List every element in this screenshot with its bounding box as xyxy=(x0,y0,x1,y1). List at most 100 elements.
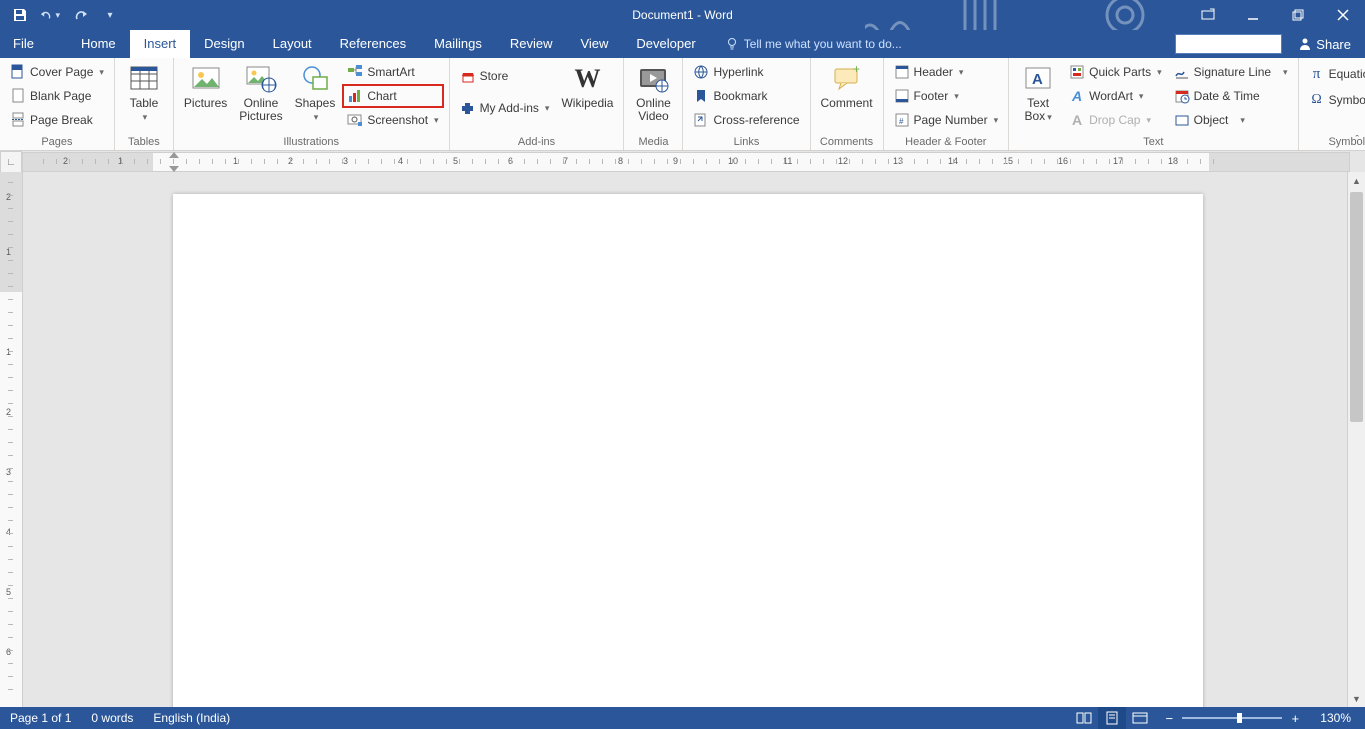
comment-button[interactable]: + Comment xyxy=(817,61,877,112)
status-page[interactable]: Page 1 of 1 xyxy=(0,707,81,729)
signature-line-button[interactable]: Signature Line▾ xyxy=(1170,61,1292,83)
tab-references[interactable]: References xyxy=(326,30,420,58)
scroll-down-button[interactable]: ▼ xyxy=(1348,690,1365,707)
pictures-icon xyxy=(190,63,222,95)
web-layout-button[interactable] xyxy=(1126,707,1154,729)
horizontal-ruler[interactable]: 21123456789101112131415161718 xyxy=(22,152,1350,172)
scroll-up-button[interactable]: ▲ xyxy=(1348,172,1365,189)
vertical-scrollbar[interactable]: ▲ ▼ xyxy=(1347,172,1365,707)
cross-reference-icon xyxy=(693,112,709,128)
vertical-ruler[interactable]: 21123456 xyxy=(0,172,23,707)
page-break-button[interactable]: Page Break xyxy=(6,109,108,131)
tab-design[interactable]: Design xyxy=(190,30,258,58)
page-break-icon xyxy=(10,112,26,128)
maximize-button[interactable] xyxy=(1275,0,1320,30)
table-icon xyxy=(128,63,160,95)
zoom-level[interactable]: 130% xyxy=(1310,711,1365,725)
redo-button[interactable] xyxy=(70,5,90,25)
table-button[interactable]: Table▾ xyxy=(121,61,167,126)
tab-home[interactable]: Home xyxy=(67,30,130,58)
equation-button[interactable]: π Equation▾ xyxy=(1305,63,1365,85)
date-time-button[interactable]: Date & Time xyxy=(1170,85,1292,107)
document-page[interactable] xyxy=(173,194,1203,707)
ruler-corner-tab-selector[interactable]: ∟ xyxy=(0,151,22,173)
cover-page-button[interactable]: Cover Page▾ xyxy=(6,61,108,83)
status-words[interactable]: 0 words xyxy=(81,707,143,729)
footer-button[interactable]: Footer▾ xyxy=(890,85,1003,107)
bookmark-button[interactable]: Bookmark xyxy=(689,85,803,107)
page-viewport[interactable] xyxy=(23,172,1347,707)
tab-mailings[interactable]: Mailings xyxy=(420,30,496,58)
symbol-button[interactable]: Ω Symbol▾ xyxy=(1305,89,1365,111)
wikipedia-button[interactable]: W Wikipedia xyxy=(557,61,617,112)
tab-view[interactable]: View xyxy=(566,30,622,58)
print-layout-button[interactable] xyxy=(1098,707,1126,729)
read-mode-button[interactable] xyxy=(1070,707,1098,729)
online-pictures-button[interactable]: Online Pictures xyxy=(235,61,286,125)
tab-layout[interactable]: Layout xyxy=(259,30,326,58)
zoom-track[interactable] xyxy=(1182,717,1282,719)
zoom-slider: − + xyxy=(1154,711,1310,725)
redo-icon xyxy=(72,7,88,23)
drop-cap-button[interactable]: A Drop Cap▾ xyxy=(1065,109,1166,131)
my-addins-button[interactable]: My Add-ins▾ xyxy=(456,97,554,119)
read-mode-icon xyxy=(1076,711,1092,725)
pictures-button[interactable]: Pictures xyxy=(180,61,231,112)
group-label-illustrations: Illustrations xyxy=(180,134,443,148)
blank-page-button[interactable]: Blank Page xyxy=(6,85,108,107)
group-label-header-footer: Header & Footer xyxy=(890,134,1003,148)
wordart-icon: A xyxy=(1069,88,1085,104)
bookmark-icon xyxy=(693,88,709,104)
group-header-footer: Header▾ Footer▾ # Page Number▾ Header & … xyxy=(884,58,1010,150)
share-button[interactable]: Share xyxy=(1292,30,1357,58)
chart-icon xyxy=(347,88,363,104)
scrollbar-thumb[interactable] xyxy=(1350,192,1363,422)
ribbon-display-options-button[interactable] xyxy=(1185,0,1230,30)
window-title: Document1 - Word xyxy=(632,8,732,22)
print-layout-icon xyxy=(1104,711,1120,725)
ribbon-insert: Cover Page▾ Blank Page Page Break Pages … xyxy=(0,58,1365,151)
store-button[interactable]: Store xyxy=(456,65,554,87)
close-button[interactable] xyxy=(1320,0,1365,30)
date-time-icon xyxy=(1174,88,1190,104)
group-label-tables: Tables xyxy=(121,134,167,148)
object-button[interactable]: Object▾ xyxy=(1170,109,1292,131)
minimize-button[interactable] xyxy=(1230,0,1275,30)
chart-button[interactable]: Chart xyxy=(343,85,442,107)
addins-icon xyxy=(460,100,476,116)
tab-developer[interactable]: Developer xyxy=(622,30,709,58)
status-language[interactable]: English (India) xyxy=(143,707,240,729)
tab-review[interactable]: Review xyxy=(496,30,567,58)
qat-customize-button[interactable]: ▾ xyxy=(100,5,120,25)
quick-access-toolbar: ▾ ▾ xyxy=(0,5,120,25)
tab-insert[interactable]: Insert xyxy=(130,30,191,58)
hyperlink-button[interactable]: Hyperlink xyxy=(689,61,803,83)
quick-parts-button[interactable]: Quick Parts▾ xyxy=(1065,61,1166,83)
zoom-out-button[interactable]: − xyxy=(1162,711,1176,725)
online-video-button[interactable]: Online Video xyxy=(630,61,676,125)
minimize-icon xyxy=(1247,9,1259,21)
footer-icon xyxy=(894,88,910,104)
save-button[interactable] xyxy=(10,5,30,25)
undo-button[interactable]: ▾ xyxy=(40,5,60,25)
zoom-in-button[interactable]: + xyxy=(1288,711,1302,725)
screenshot-button[interactable]: Screenshot▾ xyxy=(343,109,442,131)
text-box-button[interactable]: A Text Box▾ xyxy=(1015,61,1061,126)
group-text: A Text Box▾ Quick Parts▾ A WordArt▾ A Dr… xyxy=(1009,58,1298,150)
group-links: Hyperlink Bookmark Cross-reference Links xyxy=(683,58,810,150)
group-addins: Store My Add-ins▾ W Wikipedia Add-ins xyxy=(450,58,625,150)
wordart-button[interactable]: A WordArt▾ xyxy=(1065,85,1166,107)
collapse-ribbon-button[interactable]: ˆ xyxy=(1355,134,1359,146)
online-pictures-icon xyxy=(245,63,277,95)
cross-reference-button[interactable]: Cross-reference xyxy=(689,109,803,131)
title-search-box[interactable] xyxy=(1175,34,1282,54)
smartart-button[interactable]: SmartArt xyxy=(343,61,442,83)
page-number-button[interactable]: # Page Number▾ xyxy=(890,109,1003,131)
shapes-button[interactable]: Shapes▾ xyxy=(291,61,340,126)
header-button[interactable]: Header▾ xyxy=(890,61,1003,83)
status-bar: Page 1 of 1 0 words English (India) − + … xyxy=(0,707,1365,729)
tell-me-search[interactable]: Tell me what you want to do... xyxy=(725,30,902,58)
tab-file[interactable]: File xyxy=(0,30,47,58)
hyperlink-icon xyxy=(693,64,709,80)
zoom-thumb[interactable] xyxy=(1237,713,1242,723)
